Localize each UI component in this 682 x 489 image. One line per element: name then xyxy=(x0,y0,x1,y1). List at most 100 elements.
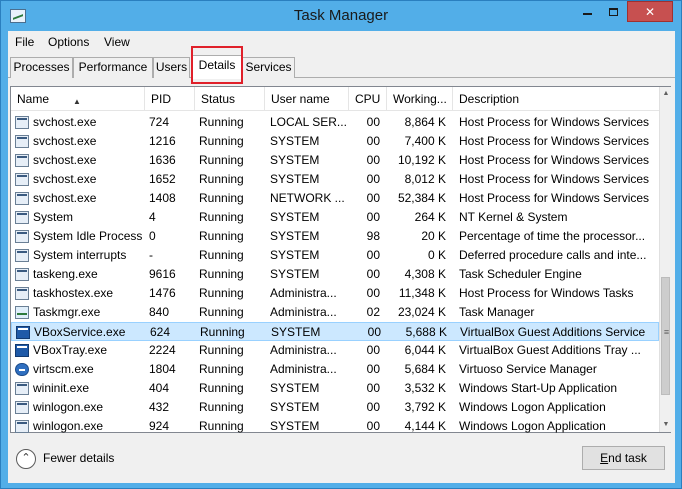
table-row[interactable]: Taskmgr.exe 840 Running Administra... 02 23,0… xyxy=(11,303,659,322)
process-working-set: 264 K xyxy=(414,210,446,224)
process-pid: 924 xyxy=(149,419,170,433)
service-icon xyxy=(15,172,31,187)
service-icon xyxy=(15,400,31,415)
table-row[interactable]: svchost.exe 1408 Running NETWORK ... 00 52,38… xyxy=(11,189,659,208)
virtualbox-icon xyxy=(16,325,32,340)
maximize-button[interactable] xyxy=(600,1,626,22)
table-row[interactable]: taskhostex.exe 1476 Running Administra... 00… xyxy=(11,284,659,303)
column-header: Name ▲ PID Status User name CPU Working..… xyxy=(11,87,659,111)
table-row[interactable]: svchost.exe 1652 Running SYSTEM 00 8,012 K Hos… xyxy=(11,170,659,189)
end-task-button[interactable]: End task xyxy=(582,446,665,470)
menu-bar: File Options View xyxy=(8,31,675,53)
footer: ⌃ Fewer details End task xyxy=(8,435,675,483)
details-list: Name ▲ PID Status User name CPU Working..… xyxy=(10,86,671,433)
close-button[interactable]: ✕ xyxy=(627,1,673,22)
scroll-down-icon[interactable]: ▼ xyxy=(660,418,672,432)
process-cpu: 00 xyxy=(366,381,380,395)
table-row[interactable]: wininit.exe 404 Running SYSTEM 00 3,532 K Wind… xyxy=(11,379,659,398)
table-row[interactable]: winlogon.exe 432 Running SYSTEM 00 3,792 K Win… xyxy=(11,398,659,417)
menu-options[interactable]: Options xyxy=(48,35,89,49)
process-status: Running xyxy=(199,362,244,376)
table-row[interactable]: svchost.exe 724 Running LOCAL SER... 00 8,864… xyxy=(11,113,659,132)
process-status: Running xyxy=(199,343,244,357)
process-pid: 724 xyxy=(149,115,170,129)
table-row[interactable]: System Idle Process 0 Running SYSTEM 98 20 K P… xyxy=(11,227,659,246)
process-pid: 1216 xyxy=(149,134,176,148)
process-pid: 432 xyxy=(149,400,170,414)
process-name: taskhostex.exe xyxy=(33,286,114,300)
process-user: Administra... xyxy=(270,305,337,319)
table-row[interactable]: taskeng.exe 9616 Running SYSTEM 00 4,308 K Tas… xyxy=(11,265,659,284)
scroll-thumb[interactable] xyxy=(661,277,671,395)
process-status: Running xyxy=(199,381,244,395)
service-icon xyxy=(15,153,31,168)
virtualbox-icon xyxy=(15,343,31,358)
process-name: System interrupts xyxy=(33,248,127,262)
process-description: Windows Start-Up Application xyxy=(459,381,618,395)
table-row[interactable]: VBoxService.exe 624 Running SYSTEM 00 5,688 K… xyxy=(11,322,659,341)
process-user: NETWORK ... xyxy=(270,191,345,205)
title-bar[interactable]: Task Manager ✕ xyxy=(1,1,681,31)
process-working-set: 8,012 K xyxy=(404,172,446,186)
column-working-set[interactable]: Working... xyxy=(387,87,453,111)
end-task-mnemonic: E xyxy=(600,451,609,465)
menu-file[interactable]: File xyxy=(15,35,34,49)
tab-services[interactable]: Services xyxy=(242,57,295,78)
service-icon xyxy=(15,134,31,149)
column-pid[interactable]: PID xyxy=(145,87,195,111)
process-status: Running xyxy=(199,115,244,129)
menu-view[interactable]: View xyxy=(104,35,130,49)
process-working-set: 8,864 K xyxy=(404,115,446,129)
service-icon xyxy=(15,248,31,263)
table-row[interactable]: VBoxTray.exe 2224 Running Administra... 00 6,… xyxy=(11,341,659,360)
process-pid: 1804 xyxy=(149,362,176,376)
column-status[interactable]: Status xyxy=(195,87,265,111)
chevron-up-icon[interactable]: ⌃ xyxy=(16,449,36,469)
tab-performance[interactable]: Performance xyxy=(73,57,153,78)
column-user-name[interactable]: User name xyxy=(265,87,349,111)
table-row[interactable]: virtscm.exe 1804 Running Administra... 00 5,6… xyxy=(11,360,659,379)
process-working-set: 5,684 K xyxy=(404,362,446,376)
vertical-scrollbar[interactable]: ▲ ▼ xyxy=(659,87,671,432)
process-cpu: 00 xyxy=(366,362,380,376)
process-working-set: 52,384 K xyxy=(397,191,446,205)
process-name: winlogon.exe xyxy=(33,400,104,414)
minimize-button[interactable] xyxy=(574,1,600,22)
process-status: Running xyxy=(199,305,244,319)
table-row[interactable]: System 4 Running SYSTEM 00 264 K NT Kernel & S… xyxy=(11,208,659,227)
process-status: Running xyxy=(199,229,244,243)
tab-processes[interactable]: Processes xyxy=(10,57,73,78)
process-cpu: 00 xyxy=(367,325,381,339)
table-row[interactable]: System interrupts - Running SYSTEM 00 0 K Defe… xyxy=(11,246,659,265)
process-description: VirtualBox Guest Additions Tray ... xyxy=(459,343,641,357)
process-cpu: 02 xyxy=(366,305,380,319)
process-name: winlogon.exe xyxy=(33,419,104,433)
process-name: svchost.exe xyxy=(33,153,97,167)
fewer-details-link[interactable]: Fewer details xyxy=(43,451,114,465)
service-icon xyxy=(15,191,31,206)
column-name[interactable]: Name ▲ xyxy=(11,87,145,111)
process-cpu: 00 xyxy=(366,343,380,357)
process-cpu: 00 xyxy=(366,267,380,281)
process-name: VBoxService.exe xyxy=(34,325,126,339)
scroll-up-icon[interactable]: ▲ xyxy=(660,87,672,101)
task-manager-icon xyxy=(15,305,31,320)
process-user: Administra... xyxy=(270,286,337,300)
process-status: Running xyxy=(199,419,244,433)
table-row[interactable]: winlogon.exe 924 Running SYSTEM 00 4,144 K Win… xyxy=(11,417,659,436)
process-cpu: 00 xyxy=(366,134,380,148)
column-description[interactable]: Description xyxy=(453,87,659,111)
table-row[interactable]: svchost.exe 1636 Running SYSTEM 00 10,192 K Ho… xyxy=(11,151,659,170)
process-description: Task Manager xyxy=(459,305,535,319)
process-pid: - xyxy=(149,248,153,262)
tab-users[interactable]: Users xyxy=(153,57,190,78)
process-pid: 2224 xyxy=(149,343,176,357)
end-task-label: nd task xyxy=(608,451,647,465)
column-cpu[interactable]: CPU xyxy=(349,87,387,111)
process-user: SYSTEM xyxy=(271,325,321,339)
process-cpu: 00 xyxy=(366,210,380,224)
process-user: SYSTEM xyxy=(270,134,320,148)
tab-details[interactable]: Details xyxy=(192,55,242,79)
table-row[interactable]: svchost.exe 1216 Running SYSTEM 00 7,400 K Hos… xyxy=(11,132,659,151)
service-icon xyxy=(15,115,31,130)
